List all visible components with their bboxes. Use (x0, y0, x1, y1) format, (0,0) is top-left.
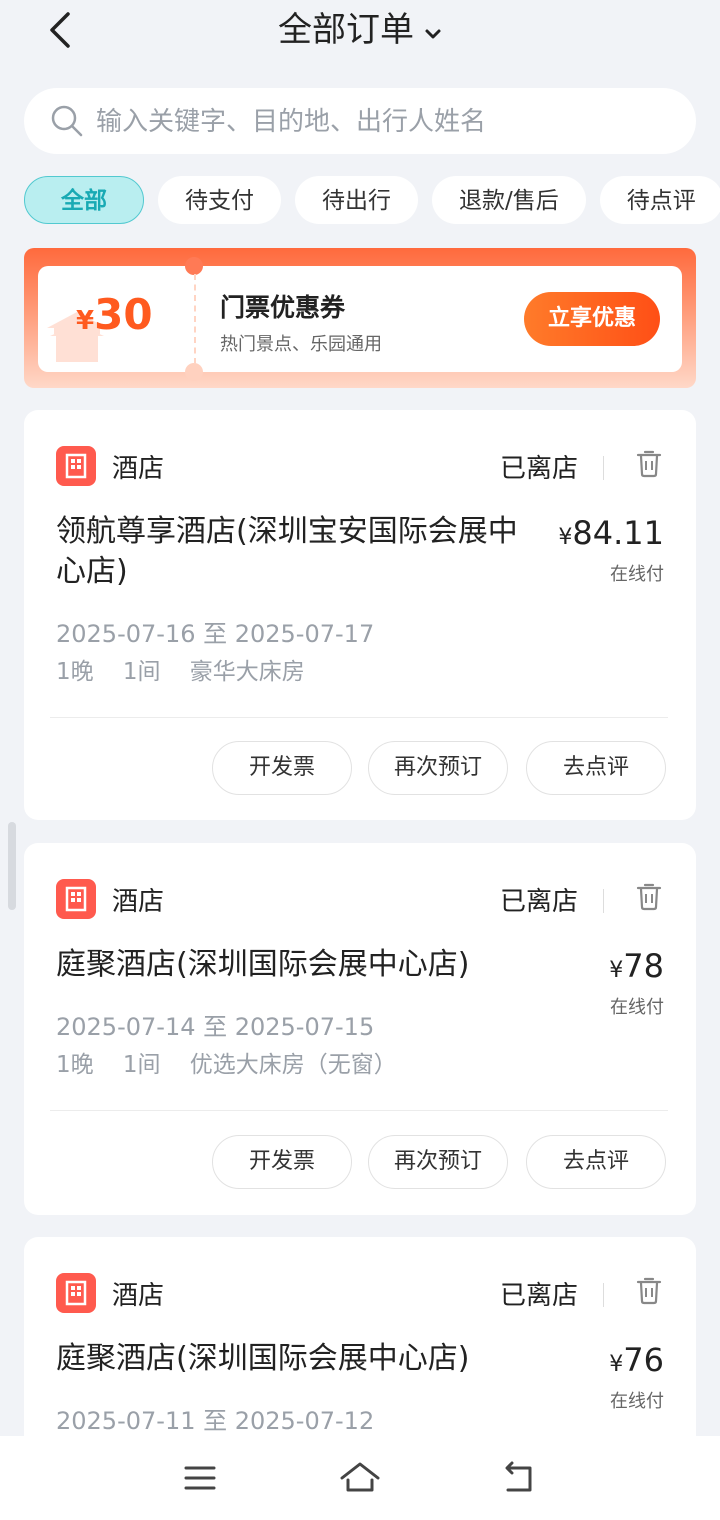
payment-method: 在线付 (610, 1391, 664, 1412)
coupon-amount: ¥30 (76, 290, 153, 339)
order-card[interactable]: 酒店 已离店 庭聚酒店(深圳国际会展中心店) ¥78 在线付 2025-07-1… (24, 843, 696, 1215)
trash-icon (636, 883, 662, 911)
hotel-icon (56, 1273, 96, 1313)
hotel-icon (56, 446, 96, 486)
coupon-name: 门票优惠券 (220, 293, 346, 322)
stay-dates: 2025-07-16 至 2025-07-17 (56, 620, 375, 648)
stay-dates: 2025-07-14 至 2025-07-15 (56, 1013, 375, 1041)
invoice-button[interactable]: 开发票 (212, 1135, 352, 1189)
coupon-banner: ¥30 门票优惠券 热门景点、乐园通用 立享优惠 (24, 248, 696, 388)
trash-icon (636, 1277, 662, 1305)
page-title-dropdown[interactable]: 全部订单 (0, 8, 720, 52)
tab-to-review[interactable]: 待点评 (599, 176, 720, 224)
hotel-name: 领航尊享酒店(深圳宝安国际会展中心店) (56, 514, 518, 589)
payment-method: 在线付 (610, 564, 664, 585)
order-price: ¥78 (609, 947, 664, 985)
divider (603, 456, 604, 480)
search-input[interactable] (94, 88, 678, 156)
menu-icon (184, 1466, 216, 1490)
stay-dates: 2025-07-11 至 2025-07-12 (56, 1407, 375, 1435)
coupon-card: ¥30 门票优惠券 热门景点、乐园通用 立享优惠 (38, 257, 682, 381)
coupon-notch (185, 363, 203, 381)
hotel-name: 庭聚酒店(深圳国际会展中心店) (56, 1341, 470, 1376)
hotel-icon (56, 879, 96, 919)
divider (603, 1283, 604, 1307)
home-icon (340, 1462, 380, 1492)
search-bar[interactable] (24, 88, 696, 156)
rebook-button[interactable]: 再次预订 (368, 741, 508, 795)
payment-method: 在线付 (610, 997, 664, 1018)
order-type: 酒店 (112, 1281, 165, 1311)
delete-order-button[interactable] (636, 450, 662, 482)
divider (603, 889, 604, 913)
recent-apps-button[interactable] (178, 1458, 222, 1498)
scrollbar-handle[interactable] (8, 822, 16, 910)
delete-order-button[interactable] (636, 1277, 662, 1309)
review-button[interactable]: 去点评 (526, 1135, 666, 1189)
coupon-description: 热门景点、乐园通用 (220, 334, 382, 355)
claim-coupon-button[interactable]: 立享优惠 (524, 292, 660, 346)
order-price: ¥84.11 (558, 514, 664, 552)
tab-pending-payment[interactable]: 待支付 (158, 176, 281, 224)
order-type: 酒店 (112, 454, 165, 484)
home-button[interactable] (338, 1458, 382, 1498)
search-icon (51, 105, 83, 137)
divider (50, 717, 668, 718)
room-info: 1晚 1间 优选大床房（无窗） (56, 1052, 397, 1078)
order-price: ¥76 (609, 1341, 664, 1379)
system-nav-bar (0, 1436, 720, 1520)
coupon-divider (194, 274, 196, 364)
order-status: 已离店 (499, 454, 578, 484)
invoice-button[interactable]: 开发票 (212, 741, 352, 795)
delete-order-button[interactable] (636, 883, 662, 915)
coupon-notch (185, 257, 203, 275)
back-icon (505, 1461, 532, 1492)
order-card[interactable]: 酒店 已离店 庭聚酒店(深圳国际会展中心店) ¥76 在线付 2025-07-1… (24, 1237, 696, 1457)
order-status: 已离店 (499, 887, 578, 917)
rebook-button[interactable]: 再次预订 (368, 1135, 508, 1189)
order-card[interactable]: 酒店 已离店 领航尊享酒店(深圳宝安国际会展中心店) ¥84.11 在线付 20… (24, 410, 696, 820)
trash-icon (636, 450, 662, 478)
system-back-button[interactable] (498, 1458, 542, 1498)
hotel-name: 庭聚酒店(深圳国际会展中心店) (56, 947, 470, 982)
order-filter-tabs: 全部 待支付 待出行 退款/售后 待点评 (24, 176, 720, 226)
chevron-down-icon (424, 7, 442, 51)
tab-all[interactable]: 全部 (24, 176, 144, 224)
divider (50, 1110, 668, 1111)
review-button[interactable]: 去点评 (526, 741, 666, 795)
order-status: 已离店 (499, 1281, 578, 1311)
order-type: 酒店 (112, 887, 165, 917)
page-title: 全部订单 (278, 10, 414, 50)
tab-refund-aftersales[interactable]: 退款/售后 (432, 176, 586, 224)
room-info: 1晚 1间 豪华大床房 (56, 659, 305, 685)
tab-upcoming[interactable]: 待出行 (295, 176, 418, 224)
